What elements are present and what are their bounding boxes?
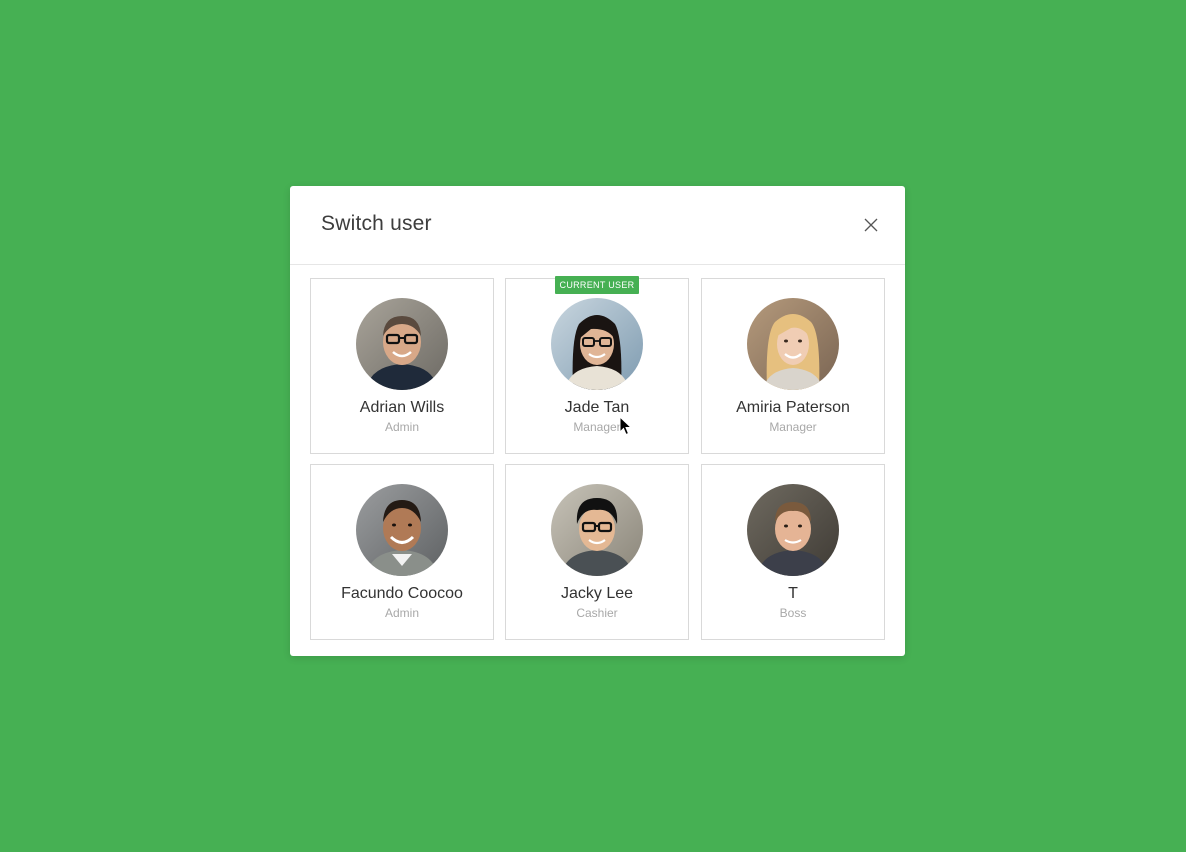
close-icon	[864, 218, 878, 232]
user-role: Admin	[384, 606, 419, 620]
user-role: Manager	[573, 420, 621, 434]
user-card-jacky-lee[interactable]: Jacky Lee Cashier	[505, 464, 689, 640]
avatar	[551, 298, 643, 390]
user-name: Jacky Lee	[560, 585, 634, 602]
current-user-badge: CURRENT USER	[555, 276, 639, 294]
avatar	[747, 298, 839, 390]
switch-user-modal: Switch user Adrian Wills Admin Jade Tan …	[290, 186, 905, 656]
user-card-facundo-coocoo[interactable]: Facundo Coocoo Admin	[310, 464, 494, 640]
user-name: Adrian Wills	[359, 399, 445, 416]
user-role: Admin	[384, 420, 419, 434]
user-card-amiria-paterson[interactable]: Amiria Paterson Manager	[701, 278, 885, 454]
close-button[interactable]	[859, 213, 883, 237]
user-name: T	[788, 585, 798, 602]
user-role: Manager	[769, 420, 817, 434]
user-name: Jade Tan	[564, 399, 630, 416]
avatar	[356, 298, 448, 390]
user-card-t[interactable]: T Boss	[701, 464, 885, 640]
user-card-adrian-wills[interactable]: Adrian Wills Admin	[310, 278, 494, 454]
user-name: Amiria Paterson	[736, 399, 850, 416]
avatar	[747, 484, 839, 576]
user-name: Facundo Coocoo	[341, 585, 463, 602]
modal-title: Switch user	[321, 212, 432, 235]
user-card-jade-tan[interactable]: Jade Tan Manager CURRENT USER	[505, 276, 689, 454]
user-role: Cashier	[576, 606, 618, 620]
user-role: Boss	[779, 606, 807, 620]
avatar	[551, 484, 643, 576]
avatar	[356, 484, 448, 576]
modal-header: Switch user	[290, 186, 905, 265]
